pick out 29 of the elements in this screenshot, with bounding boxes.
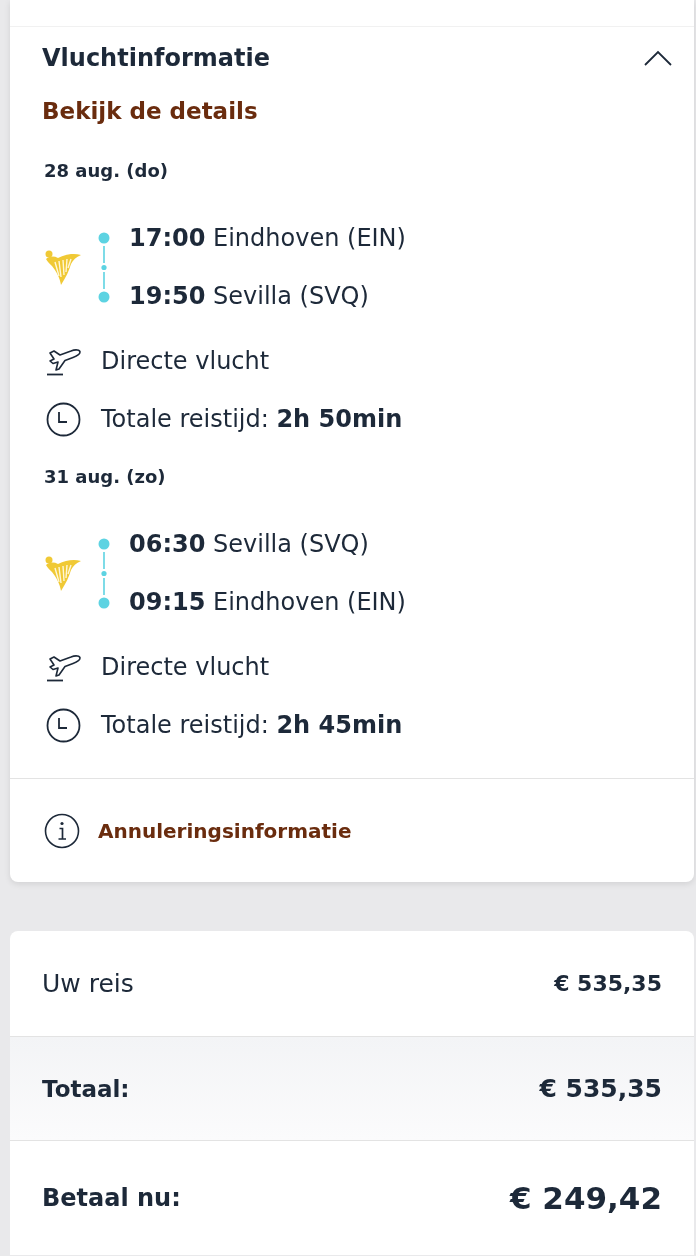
harp-icon (44, 554, 82, 592)
travel-duration: Totale reistijd: 2h 45min (101, 710, 403, 741)
price-label: Totaal: (42, 1074, 130, 1104)
arrival-time-place: 09:15 Eindhoven (EIN) (129, 587, 406, 618)
departure-time-place: 06:30 Sevilla (SVQ) (129, 529, 369, 560)
departure-time-place: 17:00 Eindhoven (EIN) (129, 223, 406, 254)
clock-icon (46, 401, 81, 437)
route-timeline-icon (98, 537, 110, 609)
details-link[interactable]: Bekijk de details (42, 94, 258, 128)
price-amount: € 535,35 (554, 969, 662, 998)
flight-date: 28 aug. (do) (44, 159, 168, 183)
clock-icon (46, 707, 81, 743)
price-label: Betaal nu: (42, 1183, 181, 1214)
flight-type: Directe vlucht (101, 652, 270, 683)
harp-icon (44, 248, 82, 286)
flight-type: Directe vlucht (101, 346, 270, 377)
price-label: Uw reis (42, 967, 134, 1000)
travel-duration: Totale reistijd: 2h 50min (101, 404, 403, 435)
plane-takeoff-icon (46, 652, 81, 682)
price-amount: € 535,35 (539, 1072, 662, 1105)
route-timeline-icon (98, 231, 110, 303)
flight-date: 31 aug. (zo) (44, 465, 166, 489)
plane-takeoff-icon (46, 346, 81, 376)
section-title: Vluchtinformatie (42, 43, 270, 74)
cancellation-info-link[interactable]: Annuleringsinformatie (98, 817, 352, 845)
arrival-time-place: 19:50 Sevilla (SVQ) (129, 281, 369, 312)
price-amount: € 249,42 (510, 1179, 662, 1218)
chevron-up-icon[interactable] (644, 50, 672, 66)
info-icon (44, 813, 80, 849)
